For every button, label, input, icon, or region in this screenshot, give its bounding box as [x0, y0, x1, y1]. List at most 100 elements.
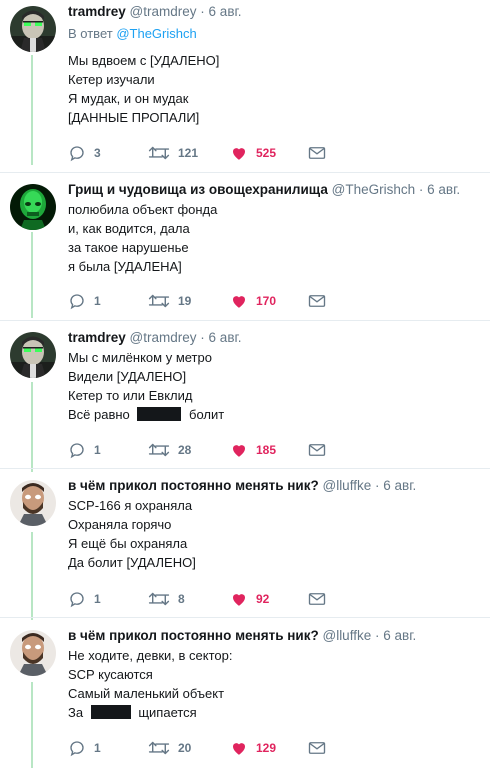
like-button[interactable]: 525	[230, 143, 276, 163]
tweet-actions: 1 28 185	[68, 440, 398, 460]
green-skull-avatar-image	[10, 184, 56, 230]
reply-button[interactable]: 1	[68, 589, 101, 609]
handle[interactable]: @tramdrey	[130, 330, 197, 345]
retweet-button[interactable]: 8	[148, 589, 185, 609]
text-before-redaction: Всё равно	[68, 407, 130, 422]
direct-message-button[interactable]	[308, 143, 334, 163]
tweet-line: за такое нарушенье	[68, 240, 189, 255]
tweet-line: Не ходите, девки, в сектор:	[68, 648, 233, 663]
tweet-header: Грищ и чудовища из овощехранилища @TheGr…	[68, 180, 484, 200]
text-after-redaction: щипается	[138, 705, 197, 720]
reply-icon	[70, 741, 84, 757]
tweet-line: и, как водится, дала	[68, 221, 190, 236]
retweet-button[interactable]: 28	[148, 440, 191, 460]
direct-message-icon	[308, 147, 326, 159]
retweet-button[interactable]: 19	[148, 291, 191, 311]
reply-button[interactable]: 1	[68, 440, 101, 460]
tweet-text: Мы с милёнком у метро Видели [УДАЛЕНО] К…	[68, 348, 224, 424]
display-name[interactable]: в чём прикол постоянно менять ник?	[68, 628, 319, 643]
direct-message-button[interactable]	[308, 738, 334, 758]
display-name[interactable]: в чём прикол постоянно менять ник?	[68, 478, 319, 493]
direct-message-button[interactable]	[308, 589, 334, 609]
tweet-date[interactable]: 6 авг.	[427, 182, 460, 197]
retweet-icon	[148, 146, 170, 160]
tweet-line: Я мудак, и он мудак	[68, 91, 189, 106]
tweet-actions: 1 20 129	[68, 738, 398, 758]
tweet-line: Да болит [УДАЛЕНО]	[68, 555, 196, 570]
tweet-actions: 3 121 525	[68, 143, 398, 163]
tweet-text: полюбила объект фонда и, как водится, да…	[68, 200, 217, 276]
reply-count: 3	[94, 146, 101, 160]
display-name[interactable]: tramdrey	[68, 330, 126, 345]
tweet-date[interactable]: 6 авг.	[383, 628, 416, 643]
tweet-actions: 1 19 170	[68, 291, 398, 311]
handle[interactable]: @tramdrey	[130, 4, 197, 19]
bearded-man-avatar-image	[10, 480, 56, 526]
like-button[interactable]: 170	[230, 291, 276, 311]
green-eyed-man-avatar-image	[10, 6, 56, 52]
direct-message-button[interactable]	[308, 440, 334, 460]
handle[interactable]: @TheGrishch	[332, 182, 415, 197]
handle[interactable]: @lluffke	[322, 478, 371, 493]
tweet-text: Не ходите, девки, в сектор: SCP кусаются…	[68, 646, 233, 722]
tweet-divider	[0, 172, 490, 173]
tweet[interactable]: tramdrey @tramdrey · 6 авг. В ответ @The…	[0, 0, 490, 170]
separator-dot: ·	[200, 4, 205, 19]
retweet-count: 8	[178, 592, 185, 606]
avatar[interactable]	[10, 6, 56, 52]
handle[interactable]: @lluffke	[322, 628, 371, 643]
retweet-icon	[148, 592, 170, 606]
like-button[interactable]: 92	[230, 589, 269, 609]
tweet-line: Я ещё бы охраняла	[68, 536, 188, 551]
tweet-text: SCP-166 я охраняла Охраняла горячо Я ещё…	[68, 496, 196, 572]
tweet-date[interactable]: 6 авг.	[383, 478, 416, 493]
avatar[interactable]	[10, 630, 56, 676]
tweet[interactable]: tramdrey @tramdrey · 6 авг. Мы с милёнко…	[0, 326, 490, 466]
direct-message-icon	[308, 593, 326, 605]
retweet-icon	[148, 443, 170, 457]
direct-message-button[interactable]	[308, 291, 334, 311]
redaction-bar	[137, 407, 182, 421]
reply-button[interactable]: 3	[68, 143, 101, 163]
text-before-redaction: За	[68, 705, 84, 720]
like-count: 92	[256, 592, 270, 606]
like-button[interactable]: 185	[230, 440, 276, 460]
tweet-line: SCP кусаются	[68, 667, 153, 682]
tweet-date[interactable]: 6 авг.	[209, 4, 242, 19]
direct-message-icon	[308, 444, 326, 456]
reply-icon	[70, 294, 84, 310]
tweet-line-redacted: За щипается	[68, 703, 233, 722]
reply-icon	[70, 592, 84, 608]
display-name[interactable]: tramdrey	[68, 4, 126, 19]
tweet-line: Видели [УДАЛЕНО]	[68, 369, 187, 384]
tweet-divider	[0, 320, 490, 321]
retweet-icon	[148, 294, 170, 308]
like-button[interactable]: 129	[230, 738, 276, 758]
tweet-text: Мы вдвоем с [УДАЛЕНО] Кетер изучали Я му…	[68, 51, 219, 127]
tweet[interactable]: в чём прикол постоянно менять ник? @lluf…	[0, 474, 490, 614]
separator-dot: ·	[200, 330, 205, 345]
tweet-line: Охраняла горячо	[68, 517, 172, 532]
reply-mention-link[interactable]: @TheGrishch	[116, 26, 196, 41]
avatar[interactable]	[10, 332, 56, 378]
avatar[interactable]	[10, 184, 56, 230]
tweet[interactable]: в чём прикол постоянно менять ник? @lluf…	[0, 624, 490, 768]
reply-button[interactable]: 1	[68, 291, 101, 311]
display-name[interactable]: Грищ и чудовища из овощехранилища	[68, 182, 328, 197]
tweet-line: полюбила объект фонда	[68, 202, 218, 217]
tweet-line: Мы с милёнком у метро	[68, 350, 212, 365]
tweet-date[interactable]: 6 авг.	[209, 330, 242, 345]
tweet-actions: 1 8 92	[68, 589, 398, 609]
like-icon	[233, 594, 245, 606]
retweet-button[interactable]: 20	[148, 738, 191, 758]
reply-count: 1	[94, 294, 101, 308]
avatar[interactable]	[10, 480, 56, 526]
reply-to-label: В ответ	[68, 26, 113, 41]
tweet-divider	[0, 468, 490, 469]
like-count: 185	[256, 443, 277, 457]
text-after-redaction: болит	[189, 407, 225, 422]
retweet-button[interactable]: 121	[148, 143, 198, 163]
reply-button[interactable]: 1	[68, 738, 101, 758]
tweet[interactable]: Грищ и чудовища из овощехранилища @TheGr…	[0, 178, 490, 318]
tweet-line: [ДАННЫЕ ПРОПАЛИ]	[68, 110, 200, 125]
